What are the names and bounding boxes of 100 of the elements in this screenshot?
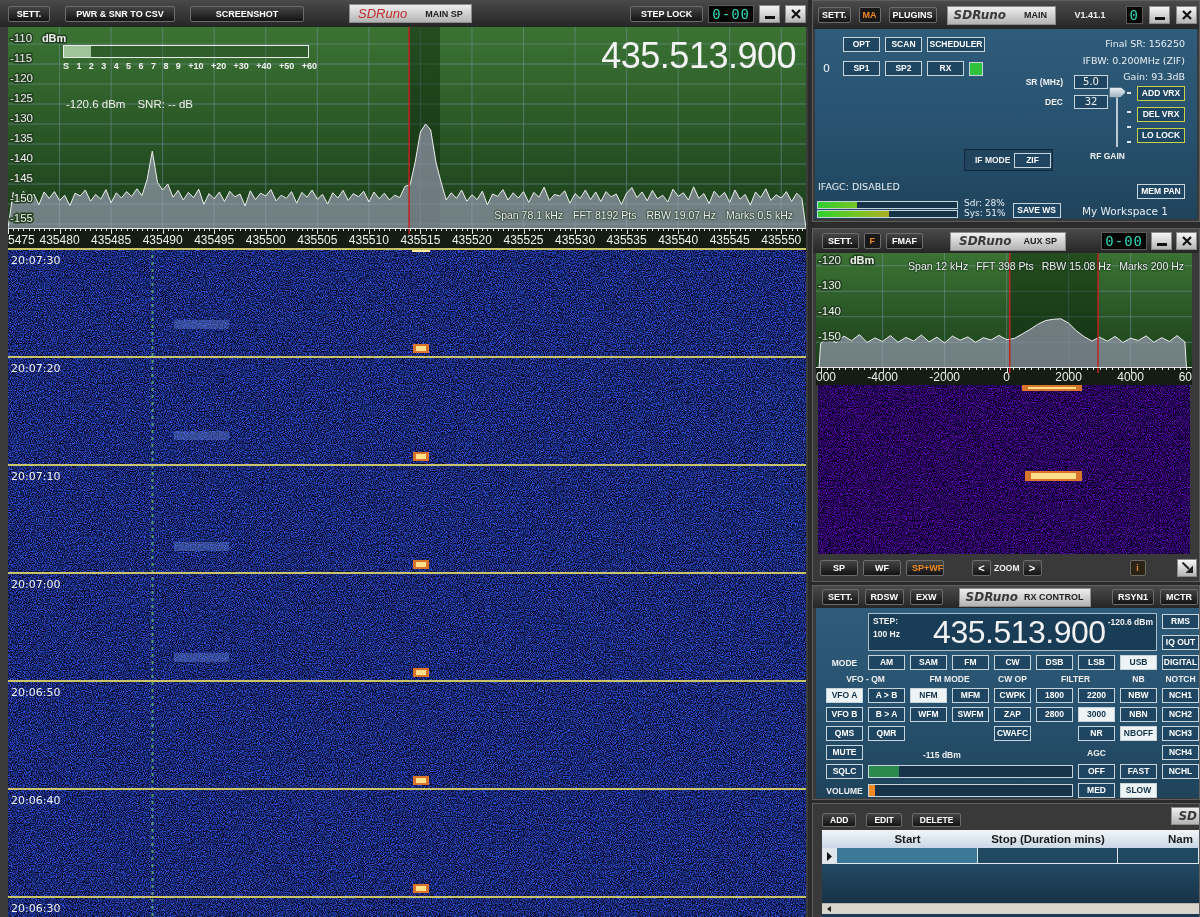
toolbar-button[interactable]: SETT.: [822, 233, 859, 249]
panel-button[interactable]: ADD VRX: [1137, 85, 1185, 101]
fm-mode-button[interactable]: WFM: [910, 707, 947, 722]
close-button[interactable]: [1176, 232, 1197, 250]
panel-button[interactable]: SP2: [885, 61, 922, 76]
zoom-left-button[interactable]: <: [972, 559, 991, 576]
toolbar-button[interactable]: RSYN1: [1112, 589, 1154, 605]
agc-button[interactable]: SLOW: [1120, 783, 1157, 798]
fm-mode-button[interactable]: MFM: [952, 688, 989, 703]
squelch-meter[interactable]: [868, 765, 1073, 778]
notch-button[interactable]: NCH2: [1162, 707, 1199, 722]
spectrum-info: FFT 8192 Pts: [573, 209, 637, 221]
info-button[interactable]: i: [1129, 559, 1146, 576]
toolbar-button[interactable]: SCREENSHOT: [190, 5, 304, 22]
mode-button[interactable]: LSB: [1078, 655, 1115, 670]
close-button[interactable]: [785, 4, 806, 23]
toolbar-button[interactable]: PLUGINS: [888, 7, 937, 23]
vfo-button[interactable]: A > B: [868, 688, 905, 703]
view-mode-button[interactable]: SP+WF: [906, 559, 944, 576]
resize-button[interactable]: [1177, 558, 1197, 577]
panel-button[interactable]: SP1: [843, 61, 880, 76]
toolbar-button[interactable]: ADD: [822, 813, 857, 827]
toolbar-button[interactable]: SETT.: [8, 5, 50, 22]
panel-button[interactable]: SAVE WS: [1012, 203, 1061, 218]
toolbar-button[interactable]: MCTR: [1160, 589, 1198, 605]
cw-button[interactable]: CWAFC: [994, 726, 1031, 741]
toolbar-button[interactable]: DELETE: [911, 813, 962, 827]
panel-button[interactable]: IQ OUT: [1162, 635, 1199, 650]
agc-button[interactable]: FAST: [1120, 764, 1157, 779]
toolbar-button[interactable]: SETT.: [822, 589, 859, 605]
table-cell[interactable]: [837, 848, 978, 864]
notch-button[interactable]: NCH1: [1162, 688, 1199, 703]
panel-button[interactable]: DEL VRX: [1137, 106, 1185, 122]
mode-button[interactable]: CW: [994, 655, 1031, 670]
mode-button[interactable]: SAM: [910, 655, 947, 670]
panel-button[interactable]: SCAN: [885, 37, 922, 52]
zoom-right-button[interactable]: >: [1022, 559, 1042, 576]
toggle-button[interactable]: F: [863, 233, 881, 249]
mode-button[interactable]: AM: [868, 655, 905, 670]
filter-button[interactable]: 2800: [1036, 707, 1073, 722]
vfo-button[interactable]: MUTE: [826, 745, 863, 760]
vfo-button[interactable]: QMR: [868, 726, 905, 741]
toolbar-button[interactable]: STEP LOCK: [629, 5, 704, 22]
minimize-button[interactable]: [1149, 6, 1170, 24]
notch-button[interactable]: NCH4: [1162, 745, 1199, 760]
table-cell[interactable]: [978, 848, 1118, 864]
rf-gain-slider[interactable]: [1108, 86, 1134, 147]
noise-blanker-button[interactable]: NBOFF: [1120, 726, 1157, 741]
panel-button[interactable]: LO LOCK: [1137, 127, 1185, 143]
agc-button[interactable]: MED: [1078, 783, 1115, 798]
mode-button[interactable]: USB: [1120, 655, 1157, 670]
vfo-button[interactable]: VFO A: [826, 688, 863, 703]
vfo-button[interactable]: VFO B: [826, 707, 863, 722]
toolbar-button[interactable]: EXW: [910, 589, 943, 605]
view-mode-button[interactable]: WF: [863, 559, 901, 576]
fm-mode-button[interactable]: SWFM: [952, 707, 989, 722]
panel-button[interactable]: SCHEDULER: [927, 37, 985, 52]
notch-button[interactable]: NCH3: [1162, 726, 1199, 741]
input-field[interactable]: 5.0: [1074, 74, 1108, 89]
agc-button[interactable]: OFF: [1078, 764, 1115, 779]
vfo-button[interactable]: QMS: [826, 726, 863, 741]
column-header: Start: [893, 833, 922, 845]
panel-button[interactable]: OPT: [843, 37, 880, 52]
mode-button[interactable]: FM: [952, 655, 989, 670]
notch-button[interactable]: NCHL: [1162, 764, 1199, 779]
noise-blanker-button[interactable]: NBN: [1120, 707, 1157, 722]
toolbar-button[interactable]: SETT.: [818, 7, 851, 23]
minimize-button[interactable]: [1151, 232, 1172, 250]
panel-button[interactable]: RX: [927, 61, 964, 76]
vfo-button[interactable]: SQLC: [826, 764, 863, 779]
toolbar-button[interactable]: PWR & SNR TO CSV: [65, 5, 175, 22]
minimize-button[interactable]: [759, 4, 780, 23]
panel-button[interactable]: MEM PAN: [1137, 184, 1185, 199]
horizontal-scrollbar[interactable]: [822, 903, 1199, 914]
column-header: Nam: [1167, 833, 1194, 845]
toolbar-button[interactable]: EDIT: [866, 813, 902, 827]
view-mode-button[interactable]: SP: [820, 559, 858, 576]
toggle-button[interactable]: MA: [858, 7, 881, 23]
input-field[interactable]: 32: [1074, 94, 1108, 109]
filter-button[interactable]: 2200: [1078, 688, 1115, 703]
filter-button[interactable]: 3000: [1078, 707, 1115, 722]
cw-button[interactable]: CWPK: [994, 688, 1031, 703]
slider-thumb[interactable]: [1109, 86, 1126, 98]
info-text: IFBW: 0.200MHz (ZIF): [1082, 53, 1185, 68]
fm-mode-button[interactable]: NFM: [910, 688, 947, 703]
mode-button[interactable]: DSB: [1036, 655, 1073, 670]
volume-slider[interactable]: [868, 784, 1073, 797]
panel-button[interactable]: RMS: [1162, 614, 1199, 629]
cw-button[interactable]: ZAP: [994, 707, 1031, 722]
table-cell[interactable]: [1118, 848, 1199, 864]
toolbar-button[interactable]: RDSW: [864, 589, 904, 605]
toolbar-button[interactable]: FMAF: [886, 233, 923, 249]
panel-button[interactable]: DIGITAL: [1162, 655, 1199, 670]
if-mode-button[interactable]: ZIF: [1014, 152, 1051, 168]
noise-blanker-button[interactable]: NBW: [1120, 688, 1157, 703]
filter-button[interactable]: 1800: [1036, 688, 1073, 703]
close-button[interactable]: [1176, 6, 1197, 24]
nr-button[interactable]: NR: [1078, 726, 1115, 741]
vfo-button[interactable]: B > A: [868, 707, 905, 722]
scroll-left-icon[interactable]: [827, 906, 831, 912]
